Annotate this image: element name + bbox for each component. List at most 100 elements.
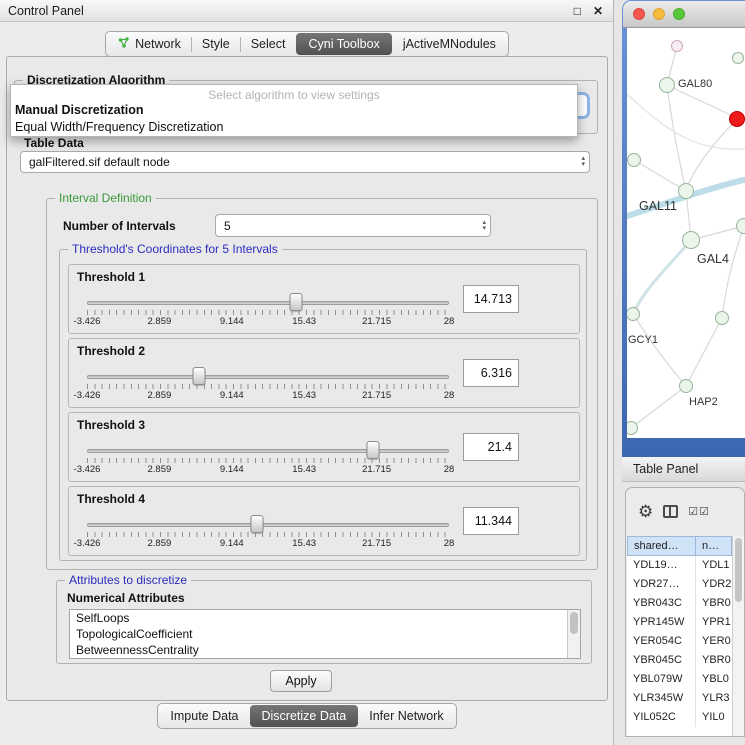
- control-panel-window: Control Panel □ ✕ Network Style Select C…: [0, 0, 614, 745]
- network-node[interactable]: [678, 183, 694, 199]
- apply-button[interactable]: Apply: [270, 670, 332, 692]
- thresholds-group: Threshold's Coordinates for 5 Intervals …: [59, 249, 587, 561]
- slider-ticks: [87, 310, 449, 315]
- column-header-name[interactable]: n…: [696, 536, 732, 556]
- tab-label: Network: [135, 37, 181, 51]
- tab-select[interactable]: Select: [241, 33, 296, 55]
- table-cell[interactable]: YDR2: [696, 575, 732, 594]
- table-row[interactable]: YBL079WYBL0: [627, 670, 732, 689]
- table-cell[interactable]: YLR3: [696, 689, 732, 708]
- table-scrollbar[interactable]: [732, 536, 744, 736]
- slider-thumb[interactable]: [251, 515, 264, 533]
- attribute-item[interactable]: BetweennessCentrality: [70, 642, 580, 658]
- desktop: Control Panel □ ✕ Network Style Select C…: [0, 0, 745, 745]
- table-cell[interactable]: YBR0: [696, 594, 732, 613]
- tab-discretize-data[interactable]: Discretize Data: [250, 705, 359, 727]
- scale-label: 15.43: [292, 538, 316, 549]
- table-cell[interactable]: YPR145W: [627, 613, 696, 632]
- table-cell[interactable]: YER0: [696, 632, 732, 651]
- table-cell[interactable]: YDL1: [696, 556, 732, 575]
- network-canvas[interactable]: GAL80GAL11GAL4GCY1HAP2: [627, 28, 745, 438]
- minimize-traffic-light-icon[interactable]: [653, 8, 665, 20]
- gear-icon[interactable]: ⚙: [638, 503, 653, 520]
- threshold-value[interactable]: 11.344: [463, 507, 519, 535]
- table-row[interactable]: YIL052CYIL0: [627, 708, 732, 727]
- slider-thumb[interactable]: [366, 441, 379, 459]
- popup-option-manual[interactable]: Manual Discretization: [11, 102, 577, 119]
- network-node[interactable]: [729, 111, 745, 127]
- scale-label: 2.859: [148, 390, 172, 401]
- tab-style[interactable]: Style: [192, 33, 240, 55]
- network-node[interactable]: [671, 40, 683, 52]
- close-icon[interactable]: ✕: [593, 4, 603, 18]
- popup-option-equal-width[interactable]: Equal Width/Frequency Discretization: [11, 119, 577, 136]
- table-row[interactable]: YER054CYER0: [627, 632, 732, 651]
- tab-impute-data[interactable]: Impute Data: [160, 705, 248, 727]
- table-cell[interactable]: YBR043C: [627, 594, 696, 613]
- table-cell[interactable]: YIL0: [696, 708, 732, 727]
- list-scrollbar[interactable]: [567, 610, 580, 658]
- tab-infer-network[interactable]: Infer Network: [359, 705, 453, 727]
- table-cell[interactable]: YER054C: [627, 632, 696, 651]
- scale-label: -3.426: [74, 316, 101, 327]
- scrollbar-thumb[interactable]: [570, 612, 578, 634]
- threshold-slider[interactable]: -3.4262.8599.14415.4321.71528: [87, 367, 449, 405]
- network-node[interactable]: [659, 77, 675, 93]
- table-row[interactable]: YDL19…YDL1: [627, 556, 732, 575]
- slider-thumb[interactable]: [193, 367, 206, 385]
- table-cell[interactable]: YBL0: [696, 670, 732, 689]
- scrollbar-thumb[interactable]: [735, 538, 742, 602]
- network-node[interactable]: [715, 311, 729, 325]
- tab-label: Impute Data: [170, 709, 238, 723]
- number-of-intervals-combo[interactable]: 5 ▴ ▾: [215, 214, 491, 237]
- table-cell[interactable]: YDL19…: [627, 556, 696, 575]
- tab-cyni-toolbox[interactable]: Cyni Toolbox: [296, 33, 391, 55]
- zoom-traffic-light-icon[interactable]: [673, 8, 685, 20]
- threshold-value[interactable]: 6.316: [463, 359, 519, 387]
- table-cell[interactable]: YBR0: [696, 651, 732, 670]
- tab-jactivemnodules[interactable]: jActiveMNodules: [393, 33, 506, 55]
- table-cell[interactable]: YIL052C: [627, 708, 696, 727]
- control-panel-tabstrip: Network Style Select Cyni Toolbox jActiv…: [105, 31, 509, 57]
- slider-track[interactable]: [87, 301, 449, 305]
- table-cell[interactable]: YDR27…: [627, 575, 696, 594]
- column-header-shared-name[interactable]: shared…: [627, 536, 696, 556]
- network-node[interactable]: [679, 379, 693, 393]
- scale-label: 21.715: [362, 538, 391, 549]
- slider-thumb[interactable]: [289, 293, 302, 311]
- threshold-slider[interactable]: -3.4262.8599.14415.4321.71528: [87, 293, 449, 331]
- table-row[interactable]: YBR045CYBR0: [627, 651, 732, 670]
- network-node[interactable]: [736, 218, 745, 234]
- network-node[interactable]: [732, 52, 744, 64]
- table-row[interactable]: YDR27…YDR2: [627, 575, 732, 594]
- table-data-combo[interactable]: galFiltered.sif default node ▴ ▾: [20, 151, 590, 173]
- network-window-titlebar[interactable]: [623, 1, 745, 28]
- tab-network[interactable]: Network: [108, 33, 191, 56]
- slider-track[interactable]: [87, 449, 449, 453]
- columns-icon[interactable]: [663, 505, 678, 518]
- scale-label: 2.859: [148, 538, 172, 549]
- threshold-value[interactable]: 21.4: [463, 433, 519, 461]
- table-row[interactable]: YPR145WYPR1: [627, 613, 732, 632]
- attributes-group: Attributes to discretize Numerical Attri…: [56, 580, 592, 664]
- network-node[interactable]: [627, 153, 641, 167]
- table-row[interactable]: YLR345WYLR3: [627, 689, 732, 708]
- table-cell[interactable]: YLR345W: [627, 689, 696, 708]
- slider-track[interactable]: [87, 523, 449, 527]
- float-window-icon[interactable]: □: [574, 4, 581, 18]
- attribute-item[interactable]: SelfLoops: [70, 610, 580, 626]
- table-cell[interactable]: YBL079W: [627, 670, 696, 689]
- threshold-slider[interactable]: -3.4262.8599.14415.4321.71528: [87, 441, 449, 479]
- network-node[interactable]: [682, 231, 700, 249]
- numerical-attributes-list[interactable]: SelfLoopsTopologicalCoefficientBetweenne…: [69, 609, 581, 659]
- number-of-intervals-label: Number of Intervals: [63, 219, 176, 233]
- threshold-slider[interactable]: -3.4262.8599.14415.4321.71528: [87, 515, 449, 553]
- threshold-value[interactable]: 14.713: [463, 285, 519, 313]
- attribute-item[interactable]: TopologicalCoefficient: [70, 626, 580, 642]
- table-cell[interactable]: YPR1: [696, 613, 732, 632]
- table-cell[interactable]: YBR045C: [627, 651, 696, 670]
- select-rows-icon[interactable]: ☑☑: [688, 505, 710, 518]
- close-traffic-light-icon[interactable]: [633, 8, 645, 20]
- table-row[interactable]: YBR043CYBR0: [627, 594, 732, 613]
- slider-track[interactable]: [87, 375, 449, 379]
